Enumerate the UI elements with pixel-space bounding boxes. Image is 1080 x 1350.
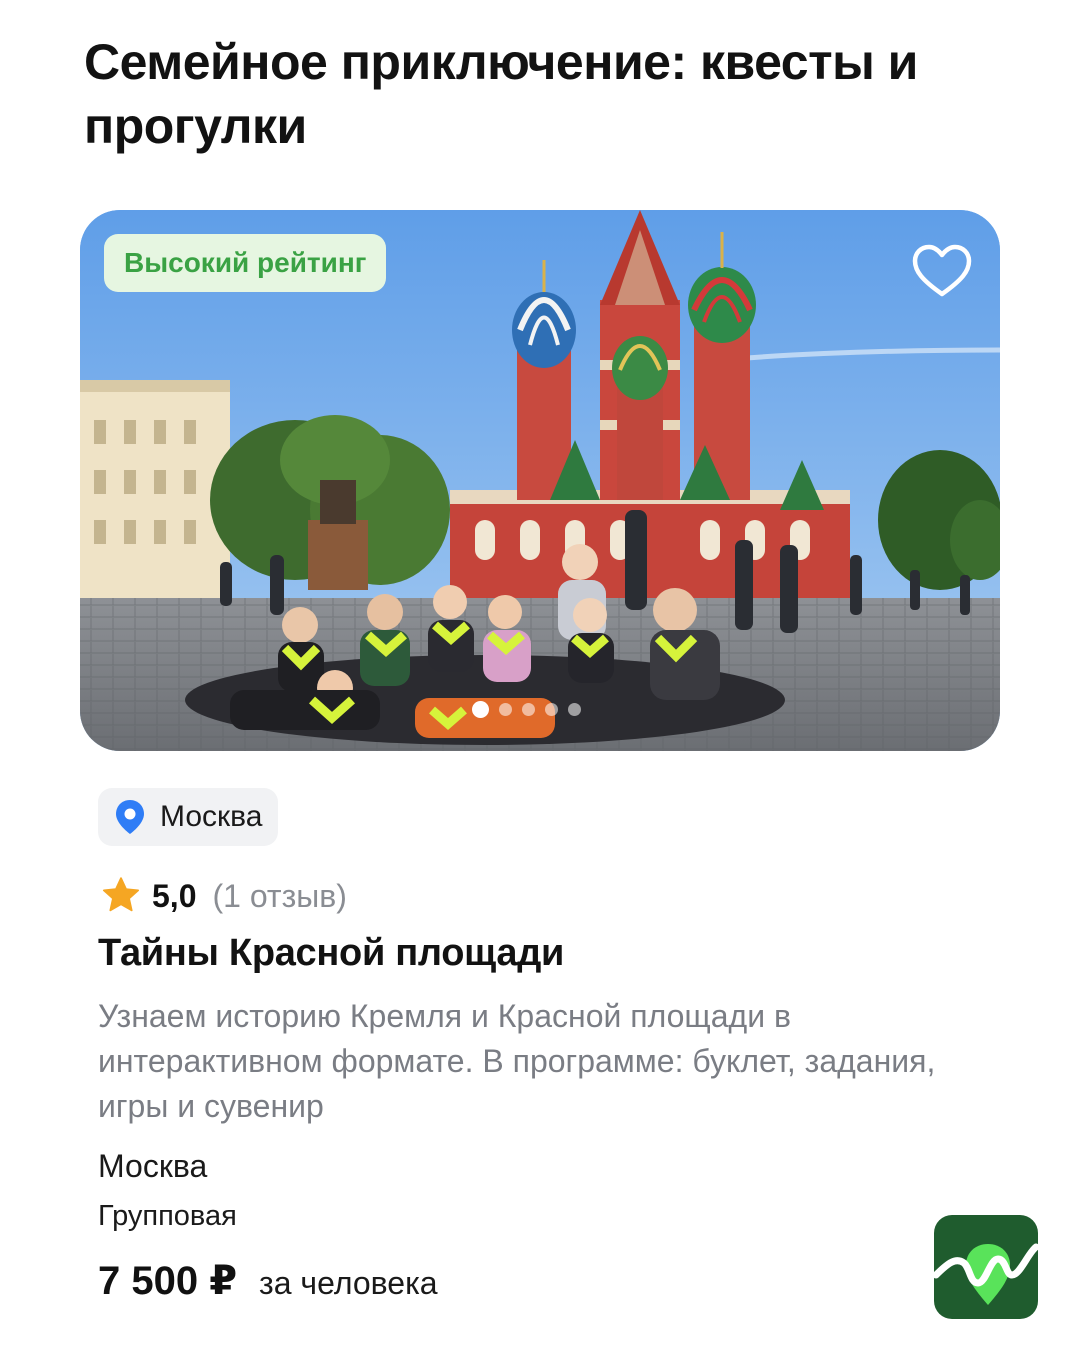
gallery-dot[interactable]	[545, 702, 558, 716]
gallery-dot-active[interactable]	[472, 700, 489, 718]
star-icon	[102, 877, 140, 912]
price-unit: за человека	[259, 1265, 438, 1301]
location-chip[interactable]: Москва	[98, 788, 279, 846]
gallery-dot[interactable]	[499, 702, 512, 716]
brand-logo-icon	[932, 1215, 1040, 1319]
high-rating-badge: Высокий рейтинг	[104, 234, 387, 292]
location-chip-label: Москва	[160, 800, 263, 833]
price: 7 500 ₽	[98, 1259, 238, 1303]
heart-outline-icon	[912, 244, 972, 297]
gallery-dot[interactable]	[522, 702, 535, 716]
rating-value: 5,0	[152, 877, 197, 914]
tour-title[interactable]: Тайны Красной площади	[98, 932, 564, 975]
rating-row: 5,0 (1 отзыв)	[100, 872, 347, 920]
gallery-dot[interactable]	[568, 702, 581, 716]
reviews-count[interactable]: (1 отзыв)	[212, 878, 346, 915]
page-title: Семейное приключение: квесты и прогулки	[84, 34, 918, 154]
favorite-button[interactable]	[908, 240, 976, 302]
tour-description: Узнаем историю Кремля и Красной площади …	[98, 998, 936, 1124]
tour-format: Групповая	[98, 1200, 237, 1232]
price-row: 7 500 ₽ за человека	[98, 1258, 438, 1304]
map-pin-icon	[116, 800, 144, 834]
tour-city: Москва	[98, 1148, 208, 1184]
gallery-pager[interactable]	[472, 699, 581, 719]
